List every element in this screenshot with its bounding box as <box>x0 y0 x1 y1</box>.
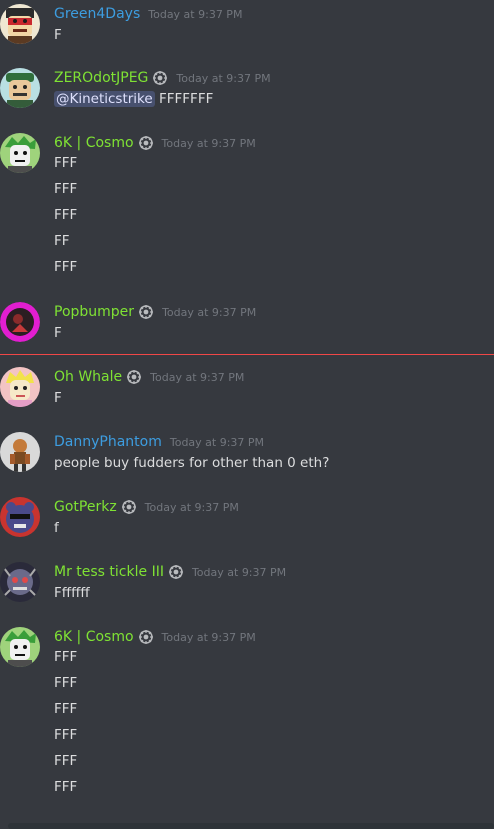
timestamp: Today at 9:37 PM <box>176 71 271 85</box>
role-badge-icon <box>138 629 154 645</box>
message-group: Oh Whale Today at 9:37 PM F <box>0 367 494 411</box>
message-text: FFF <box>54 753 78 769</box>
message-text: FFF <box>54 675 78 691</box>
message-text: FFF <box>54 727 78 743</box>
username[interactable]: Popbumper <box>54 302 134 322</box>
timestamp: Today at 9:37 PM <box>161 630 256 644</box>
message-group: ZEROdotJPEG Today at 9:37 PM @Kineticstr… <box>0 68 494 112</box>
message-text: people buy fudders for other than 0 eth? <box>54 455 330 471</box>
username[interactable]: GotPerkz <box>54 497 117 517</box>
avatar[interactable] <box>0 497 40 537</box>
username[interactable]: ZEROdotJPEG <box>54 68 148 88</box>
message-text: FFF <box>54 259 78 275</box>
role-badge-icon <box>138 304 154 320</box>
role-badge-icon <box>126 369 142 385</box>
user-mention[interactable]: @Kineticstrike <box>54 91 155 107</box>
new-messages-divider <box>0 354 494 355</box>
avatar[interactable] <box>0 367 40 407</box>
message-text: FFF <box>54 701 78 717</box>
chat-messages: Green4Days Today at 9:37 PM F ZEROdotJPE… <box>0 0 494 829</box>
avatar[interactable] <box>0 302 40 342</box>
avatar[interactable] <box>0 4 40 44</box>
username[interactable]: Green4Days <box>54 4 140 24</box>
avatar[interactable] <box>0 432 40 472</box>
message-header: Popbumper Today at 9:37 PM <box>54 302 256 322</box>
message-text: Fffffff <box>54 585 90 601</box>
avatar[interactable] <box>0 562 40 602</box>
username[interactable]: Oh Whale <box>54 367 122 387</box>
message-header: GotPerkz Today at 9:37 PM <box>54 497 239 517</box>
message-header: Green4Days Today at 9:37 PM <box>54 4 242 24</box>
username[interactable]: 6K | Cosmo <box>54 133 134 153</box>
avatar[interactable] <box>0 133 40 173</box>
username[interactable]: Mr tess tickle III <box>54 562 164 582</box>
message-text: F <box>54 325 62 341</box>
username[interactable]: 6K | Cosmo <box>54 627 134 647</box>
message-text: FFF <box>54 155 78 171</box>
timestamp: Today at 9:37 PM <box>191 565 287 579</box>
message-text: FFF <box>54 779 78 795</box>
message-text: f <box>54 520 59 536</box>
message-header: 6K | Cosmo Today at 9:37 PM <box>54 133 256 153</box>
message-text: FFF <box>54 649 78 665</box>
message-group: DannyPhantom Today at 9:37 PM people buy… <box>0 432 494 476</box>
avatar[interactable] <box>0 627 40 667</box>
message-group: Mr tess tickle III Today at 9:37 PM Ffff… <box>0 562 494 606</box>
message-header: Oh Whale Today at 9:37 PM <box>54 367 244 387</box>
message-header: Mr tess tickle III Today at 9:37 PM <box>54 562 286 582</box>
timestamp: Today at 9:37 PM <box>150 370 245 384</box>
message-header: DannyPhantom Today at 9:37 PM <box>54 432 264 452</box>
message-header: ZEROdotJPEG Today at 9:37 PM <box>54 68 271 88</box>
message-text: F <box>54 27 62 43</box>
timestamp: Today at 9:37 PM <box>144 500 239 514</box>
message-text: FFF <box>54 181 78 197</box>
message-group: 6K | Cosmo Today at 9:37 PM FFF FFF FFF … <box>0 133 494 277</box>
message-text: F <box>54 390 62 406</box>
message-group: GotPerkz Today at 9:37 PM f <box>0 497 494 541</box>
role-badge-icon <box>152 70 168 86</box>
timestamp: Today at 9:37 PM <box>148 7 243 21</box>
username[interactable]: DannyPhantom <box>54 432 162 452</box>
role-badge-icon <box>168 564 184 580</box>
timestamp: Today at 9:37 PM <box>169 435 265 449</box>
message-group: Popbumper Today at 9:37 PM F <box>0 302 494 346</box>
timestamp: Today at 9:37 PM <box>162 305 257 319</box>
message-text: FF <box>54 233 70 249</box>
message-text: FFF <box>54 207 78 223</box>
avatar[interactable] <box>0 68 40 108</box>
role-badge-icon <box>138 135 154 151</box>
message-header: 6K | Cosmo Today at 9:37 PM <box>54 627 256 647</box>
role-badge-icon <box>121 499 137 515</box>
message-group: Green4Days Today at 9:37 PM F <box>0 4 494 44</box>
timestamp: Today at 9:37 PM <box>161 136 256 150</box>
horizontal-scrollbar[interactable] <box>8 823 494 829</box>
message-text: @Kineticstrike FFFFFFF <box>54 89 213 109</box>
message-group: 6K | Cosmo Today at 9:37 PM FFF FFF FFF … <box>0 627 494 799</box>
message-text-content: FFFFFFF <box>159 91 214 107</box>
